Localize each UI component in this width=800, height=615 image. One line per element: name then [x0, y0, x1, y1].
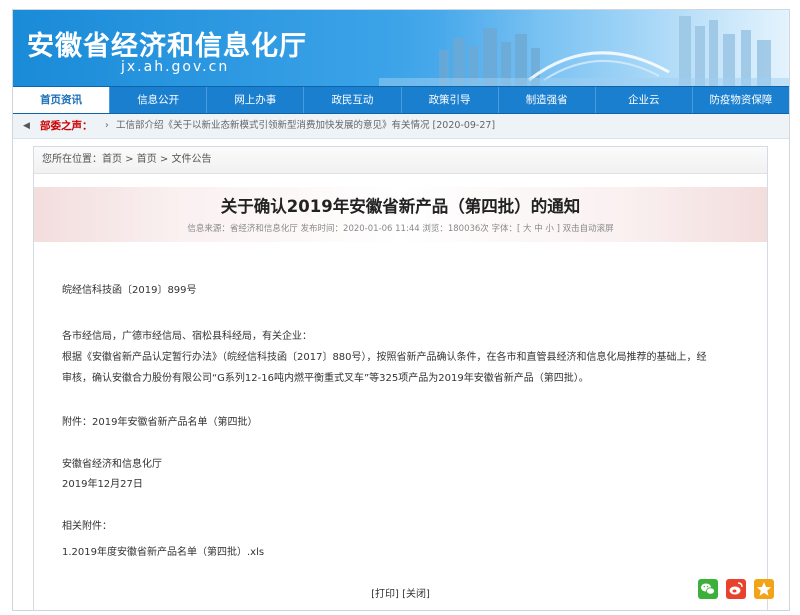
related-attachments-label: 相关附件： — [62, 521, 112, 532]
site-header: 安徽省经济和信息化厅 jx.ah.gov.cn — [13, 10, 789, 86]
article-title: 关于确认2019年安徽省新产品（第四批）的通知 — [220, 197, 581, 216]
body-paragraph-line-2: 审核，确认安徽合力股份有限公司“G系列12-16吨内燃平衡重式叉车”等325项产… — [62, 373, 589, 384]
attachment-file-link[interactable]: 1.2019年度安徽省新产品名单（第四批）.xls — [62, 543, 264, 558]
nav-item-epidemic-supplies[interactable]: 防疫物资保障 — [693, 87, 789, 113]
wechat-icon[interactable] — [698, 579, 718, 599]
site-url: jx.ah.gov.cn — [121, 59, 230, 75]
main-nav: 首页资讯 信息公开 网上办事 政民互动 政策引导 制造强省 企业云 防疫物资保障 — [13, 86, 789, 114]
attachment-note: 附件：2019年安徽省新产品名单（第四批） — [62, 417, 258, 428]
document-number: 皖经信科技函〔2019〕899号 — [62, 285, 197, 296]
site-title: 安徽省经济和信息化厅 — [27, 31, 307, 62]
nav-item-online-services[interactable]: 网上办事 — [207, 87, 305, 113]
body-paragraph-line-1: 根据《安徽省新产品认定暂行办法》（皖经信科技函〔2017〕880号），按照省新产… — [62, 352, 707, 363]
nav-item-manufacturing[interactable]: 制造强省 — [499, 87, 596, 113]
article-meta: 信息来源：省经济和信息化厅 发布时间：2020-01-06 11:44 浏览：1… — [187, 224, 614, 234]
weibo-icon[interactable] — [726, 579, 746, 599]
ticker-link[interactable]: 工信部介绍《关于以新业态新模式引领新型消费加快发展的意见》有关情况 [2020-… — [116, 114, 495, 138]
ticker-bullet-icon: › — [105, 120, 109, 131]
article-header: 关于确认2019年安徽省新产品（第四批）的通知 信息来源：省经济和信息化厅 发布… — [34, 187, 767, 242]
article-panel: 您所在位置：首页 > 首页 > 文件公告 关于确认2019年安徽省新产品（第四批… — [33, 146, 774, 610]
signing-organization: 安徽省经济和信息化厅 — [62, 459, 162, 470]
nav-item-info-disclosure[interactable]: 信息公开 — [110, 87, 208, 113]
speaker-icon: ◀ — [23, 121, 30, 131]
ticker-label: 部委之声： — [40, 120, 93, 132]
nav-item-policy-guidance[interactable]: 政策引导 — [402, 87, 499, 113]
nav-item-public-interaction[interactable]: 政民互动 — [304, 87, 402, 113]
signing-date: 2019年12月27日 — [62, 479, 143, 490]
nav-item-home-news[interactable]: 首页资讯 — [13, 87, 111, 113]
salutation: 各市经信局，广德市经信局、宿松县科经局，有关企业： — [62, 331, 312, 342]
page-frame: 安徽省经济和信息化厅 jx.ah.gov.cn 首页资讯 信息公开 网上办事 政… — [12, 9, 790, 611]
favorite-star-icon[interactable] — [754, 579, 774, 599]
nav-item-enterprise-cloud[interactable]: 企业云 — [596, 87, 693, 113]
city-skyline-banner — [379, 10, 789, 86]
news-ticker: ◀ 部委之声： › 工信部介绍《关于以新业态新模式引领新型消费加快发展的意见》有… — [13, 114, 789, 139]
print-close-links[interactable]: [打印] [关闭] — [34, 585, 767, 600]
breadcrumb[interactable]: 您所在位置：首页 > 首页 > 文件公告 — [34, 147, 767, 174]
